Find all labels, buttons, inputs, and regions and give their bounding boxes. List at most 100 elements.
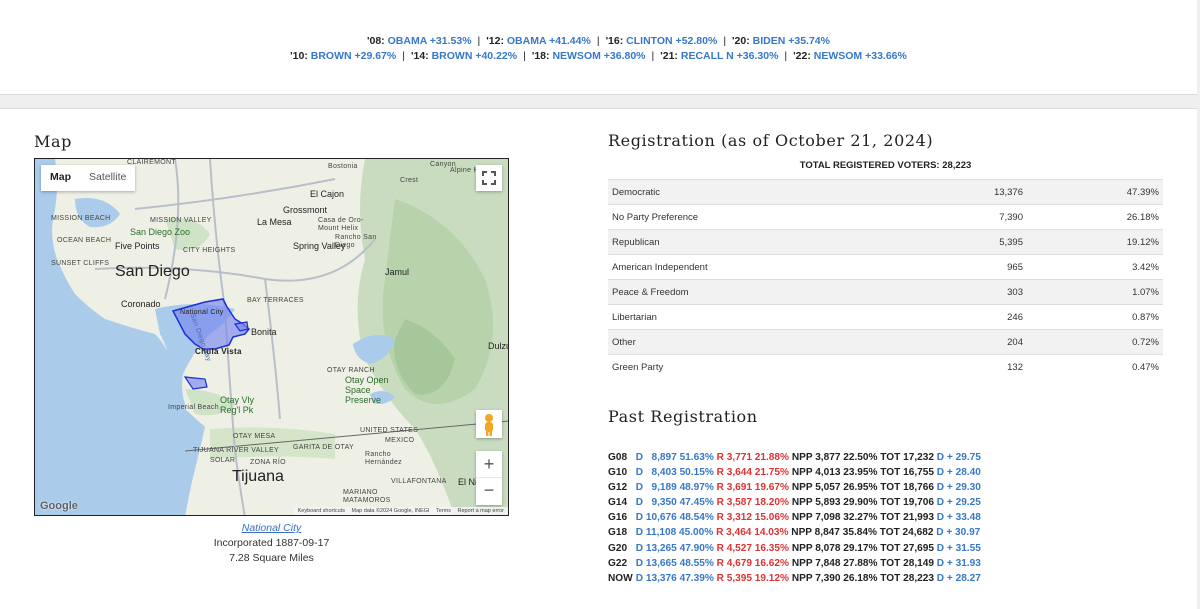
map-label-jamul: Jamul bbox=[385, 267, 410, 277]
past-rep: R 3,587 18.20% bbox=[713, 497, 790, 509]
map-label-el-cajon: El Cajon bbox=[310, 189, 345, 199]
map-label-bostonia: Bostonia bbox=[328, 163, 358, 170]
past-margin: D + 28.40 bbox=[933, 467, 981, 479]
map-label-ocean-beach: OCEAN BEACH bbox=[57, 237, 112, 244]
registration-row: Other 204 0.72% bbox=[608, 329, 1163, 355]
result-value: BIDEN +35.74% bbox=[752, 35, 830, 47]
party-percent: 1.07% bbox=[1033, 279, 1163, 305]
past-dem: D 9,350 47.45% bbox=[633, 497, 714, 509]
past-margin: D + 33.48 bbox=[933, 512, 981, 524]
map-label-garita: GARITA DE OTAY bbox=[293, 444, 354, 451]
result-value: OBAMA +31.53% bbox=[387, 35, 472, 47]
past-other: NPP 7,390 26.18% TOT 28,223 bbox=[789, 572, 934, 584]
zoom-in-button[interactable]: + bbox=[476, 451, 502, 478]
result-year: '14: bbox=[410, 50, 429, 62]
party-percent: 47.39% bbox=[1033, 179, 1163, 205]
results-separator: | bbox=[784, 50, 788, 62]
past-label: G14 bbox=[608, 497, 628, 509]
past-dem: D 8,403 50.15% bbox=[633, 467, 714, 479]
result-value: BROWN +29.67% bbox=[310, 50, 397, 62]
city-link[interactable]: National City bbox=[242, 522, 302, 534]
map-label-solar: SOLAR bbox=[210, 457, 236, 464]
result-year: '21: bbox=[660, 50, 678, 62]
past-registration-row: G08 D 8,897 51.63% R 3,771 21.88% NPP 3,… bbox=[608, 450, 981, 465]
registration-row: Libertarian 246 0.87% bbox=[608, 304, 1163, 330]
past-margin: D + 29.25 bbox=[933, 497, 981, 509]
map-label-united-states: UNITED STATES bbox=[360, 427, 419, 434]
past-registration-row: G18 D 11,108 45.00% R 3,464 14.03% NPP 8… bbox=[608, 525, 981, 540]
party-count: 246 bbox=[888, 304, 1033, 330]
past-rep: R 4,679 16.62% bbox=[713, 557, 790, 569]
past-label: NOW bbox=[608, 572, 633, 584]
past-dem: D 13,265 47.90% bbox=[633, 542, 714, 554]
past-label: G12 bbox=[608, 482, 628, 494]
tab-satellite[interactable]: Satellite bbox=[80, 165, 135, 191]
registration-row: Peace & Freedom 303 1.07% bbox=[608, 279, 1163, 305]
past-registration-row: G12 D 9,189 48.97% R 3,691 19.67% NPP 5,… bbox=[608, 480, 981, 495]
party-name: American Independent bbox=[608, 254, 888, 280]
zoom-out-button[interactable]: − bbox=[476, 478, 502, 505]
report-error-link[interactable]: Report a map error bbox=[458, 508, 504, 514]
result-value: NEWSOM +33.66% bbox=[813, 50, 907, 62]
tab-map[interactable]: Map bbox=[41, 165, 80, 191]
map-label-bay-terraces: BAY TERRACES bbox=[247, 297, 304, 304]
map-heading: Map bbox=[34, 132, 72, 151]
zoom-controls: + − bbox=[476, 451, 502, 505]
past-registration-row: G22 D 13,665 48.55% R 4,679 16.62% NPP 7… bbox=[608, 556, 981, 571]
map-label-san-diego-zoo: San Diego Zoo bbox=[130, 227, 191, 237]
past-other: NPP 5,893 29.90% TOT 19,706 bbox=[789, 497, 934, 509]
map-label-zona-rio: ZONA RÍO bbox=[250, 459, 286, 466]
map-label-sunset-cliffs: SUNSET CLIFFS bbox=[51, 260, 110, 267]
map-attribution: Keyboard shortcuts Map data ©2024 Google… bbox=[293, 507, 508, 515]
result-year: '22: bbox=[793, 50, 811, 62]
map-label-mariano: MARIANO MATAMOROS bbox=[343, 489, 391, 504]
map-data-text: Map data ©2024 Google, INEGI bbox=[351, 508, 430, 514]
past-rep: R 3,691 19.67% bbox=[713, 482, 790, 494]
map-label-alpine: Alpine H bbox=[450, 167, 479, 174]
party-name: Other bbox=[608, 329, 888, 355]
result-year: '12: bbox=[486, 35, 504, 47]
party-name: Libertarian bbox=[608, 304, 888, 330]
past-rep: R 3,771 21.88% bbox=[713, 452, 790, 463]
past-other: NPP 8,847 35.84% TOT 24,682 bbox=[788, 527, 934, 539]
party-count: 965 bbox=[888, 254, 1033, 280]
incorporated-text: Incorporated 1887-09-17 bbox=[213, 537, 330, 549]
results-line-1: '08: OBAMA +31.53% | '12: OBAMA +41.44% | '1… bbox=[0, 35, 1197, 47]
party-percent: 3.42% bbox=[1033, 254, 1163, 280]
terms-link[interactable]: Terms bbox=[436, 508, 456, 514]
results-separator: | bbox=[651, 50, 655, 62]
past-rep: R 4,527 16.35% bbox=[713, 542, 790, 554]
fullscreen-button[interactable] bbox=[476, 165, 502, 191]
map-label-dulzura: Dulzura bbox=[488, 341, 508, 351]
past-margin: D + 31.55 bbox=[933, 542, 981, 554]
result-value: CLINTON +52.80% bbox=[626, 35, 718, 47]
past-other: NPP 7,848 27.88% TOT 28,149 bbox=[789, 557, 934, 569]
past-margin: D + 31.93 bbox=[933, 557, 981, 569]
map-label-mission-beach: MISSION BEACH bbox=[51, 215, 111, 222]
past-other: NPP 3,877 22.50% TOT 17,232 bbox=[789, 452, 934, 463]
past-registration-row: G10 D 8,403 50.15% R 3,644 21.75% NPP 4,… bbox=[608, 465, 981, 480]
registration-row: Democratic 13,376 47.39% bbox=[608, 179, 1163, 205]
party-name: No Party Preference bbox=[608, 204, 888, 230]
past-label: G20 bbox=[608, 542, 628, 554]
party-count: 303 bbox=[888, 279, 1033, 305]
party-name: Peace & Freedom bbox=[608, 279, 888, 305]
party-percent: 19.12% bbox=[1033, 229, 1163, 255]
map-label-mexico: MEXICO bbox=[385, 437, 415, 444]
past-dem: D 9,189 48.97% bbox=[633, 482, 714, 494]
party-name: Democratic bbox=[608, 179, 888, 205]
past-dem: D 13,665 48.55% bbox=[633, 557, 714, 569]
map-label-tijuana: Tijuana bbox=[232, 468, 284, 485]
past-rep: R 3,644 21.75% bbox=[713, 467, 790, 479]
map-label-five-points: Five Points bbox=[115, 241, 160, 251]
street-view-button[interactable] bbox=[476, 410, 502, 438]
map-container[interactable]: CLAIREMONT Bostonia Crest Alpine H Canyo… bbox=[34, 158, 509, 516]
past-dem: D 8,897 51.63% bbox=[633, 452, 714, 463]
google-logo[interactable]: Google bbox=[40, 500, 78, 512]
map-type-toggle: Map Satellite bbox=[41, 165, 136, 191]
keyboard-shortcuts-link[interactable]: Keyboard shortcuts bbox=[298, 508, 345, 514]
results-separator: | bbox=[477, 35, 481, 47]
map-label-otay-ranch: OTAY RANCH bbox=[327, 367, 375, 374]
past-label: G10 bbox=[608, 467, 628, 479]
result-value: NEWSOM +36.80% bbox=[552, 50, 646, 62]
